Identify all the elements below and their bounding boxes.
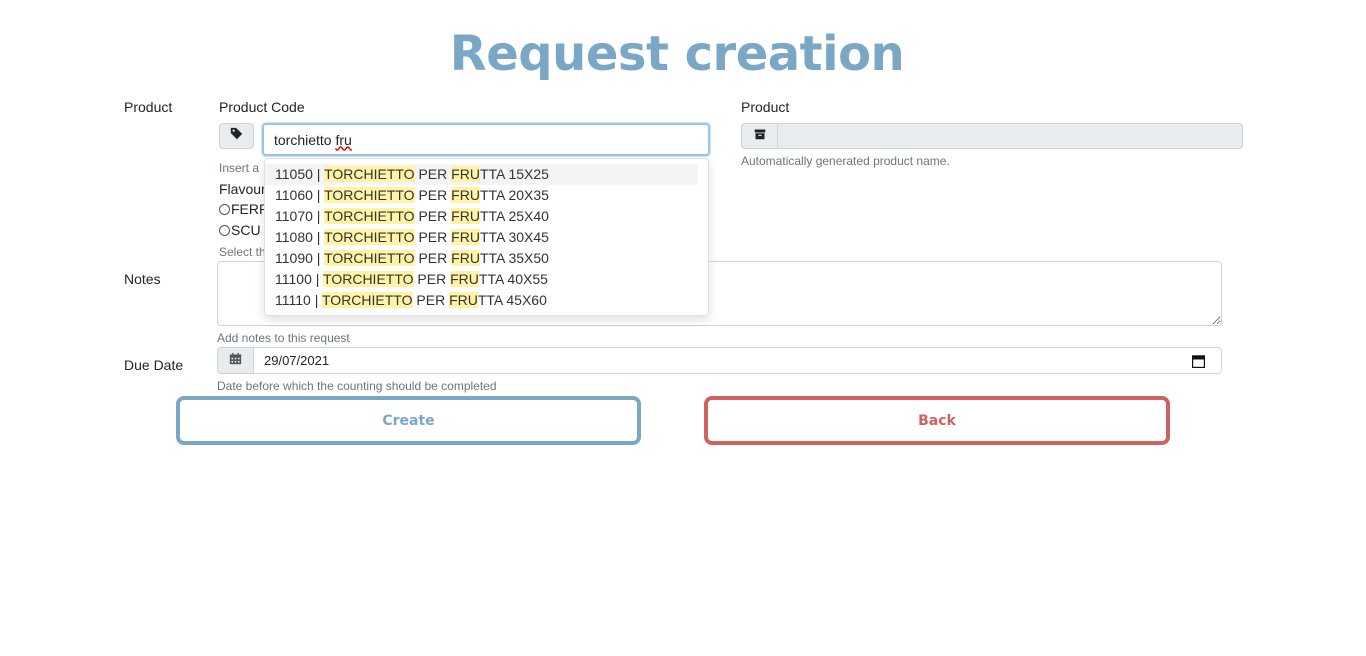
product-code-help: Insert a (219, 161, 260, 175)
product-name-help: Automatically generated product name. (741, 154, 950, 168)
calendar-icon (229, 352, 242, 370)
suggestion-item[interactable]: 11090 | TORCHIETTO PER FRUTTA 35X50 (265, 248, 698, 269)
suggestion-item[interactable]: 11070 | TORCHIETTO PER FRUTTA 25X40 (265, 206, 698, 227)
autocomplete-dropdown: 11050 | TORCHIETTO PER FRUTTA 15X25 1106… (264, 158, 709, 316)
notes-help: Add notes to this request (217, 331, 350, 345)
back-button[interactable]: Back (704, 396, 1170, 445)
radio-button[interactable] (219, 203, 230, 215)
product-code-input[interactable]: torchietto fru (262, 123, 710, 156)
archive-icon (754, 127, 766, 145)
suggestion-item[interactable]: 11110 | TORCHIETTO PER FRUTTA 45X60 (265, 290, 698, 311)
flavour-help: Select th (219, 245, 266, 259)
due-date-addon (217, 347, 254, 374)
calendar-picker-icon[interactable] (1191, 354, 1206, 371)
suggestion-item[interactable]: 11080 | TORCHIETTO PER FRUTTA 30X45 (265, 227, 698, 248)
page-title: Request creation (449, 26, 905, 82)
suggestion-item[interactable]: 11050 | TORCHIETTO PER FRUTTA 15X25 (265, 164, 698, 185)
flavour-option-scu[interactable]: SCU (219, 222, 261, 238)
tag-icon (230, 127, 243, 145)
product-name-addon (741, 123, 778, 149)
due-date-help: Date before which the counting should be… (217, 379, 497, 393)
due-date-label: Due Date (124, 357, 184, 373)
suggestion-item[interactable]: 11060 | TORCHIETTO PER FRUTTA 20X35 (265, 185, 698, 206)
product-section-label: Product (124, 99, 173, 115)
suggestion-item[interactable]: 11100 | TORCHIETTO PER FRUTTA 40X55 (265, 269, 698, 290)
flavour-option-ferr[interactable]: FERR (219, 201, 269, 217)
product-name-input (777, 123, 1243, 149)
create-button[interactable]: Create (176, 396, 641, 445)
product-code-addon (219, 123, 254, 149)
radio-button[interactable] (219, 224, 230, 236)
due-date-value: 29/07/2021 (264, 353, 330, 368)
due-date-input[interactable]: 29/07/2021 (253, 347, 1222, 374)
notes-label: Notes (124, 271, 161, 287)
product-name-label: Product (741, 99, 790, 115)
product-code-value: torchietto fru (274, 131, 352, 148)
flavour-label: Flavour (219, 181, 266, 197)
product-code-label: Product Code (219, 99, 305, 115)
